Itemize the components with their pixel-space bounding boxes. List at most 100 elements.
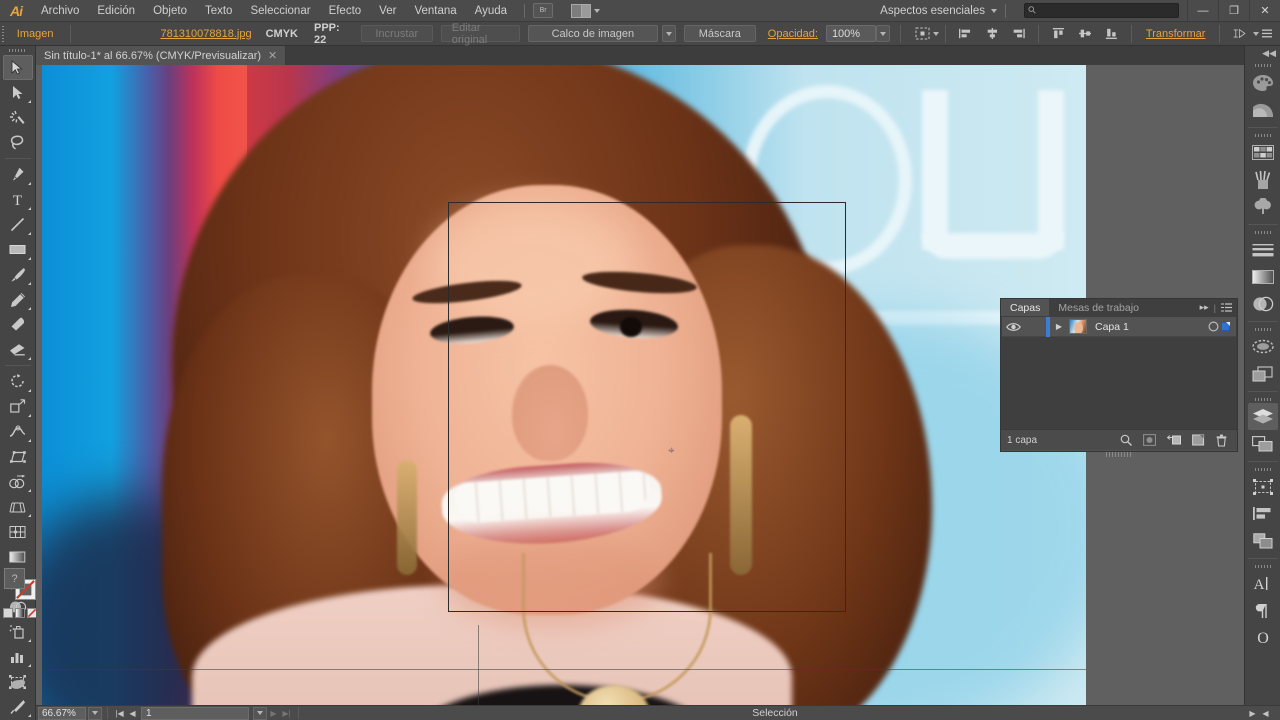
- appearance-panel-icon[interactable]: [1248, 333, 1278, 360]
- perspective-grid-tool[interactable]: [3, 494, 33, 519]
- table-row[interactable]: ▶ Capa 1: [1002, 316, 1236, 337]
- zoom-level-field[interactable]: 66.67%: [38, 706, 86, 720]
- artboard[interactable]: fri: [42, 65, 1086, 705]
- create-new-layer-icon[interactable]: [1192, 434, 1205, 446]
- layers-panel[interactable]: Capas Mesas de trabajo ▸▸ | ▶ Capa 1 1 c…: [1000, 298, 1238, 457]
- control-bar-grip[interactable]: [0, 22, 7, 46]
- target-circle-icon[interactable]: [1205, 321, 1221, 332]
- line-segment-tool[interactable]: [3, 212, 33, 237]
- graphic-styles-panel-icon[interactable]: [1248, 360, 1278, 387]
- image-trace-presets-dropdown[interactable]: [661, 25, 676, 42]
- character-panel-icon[interactable]: A: [1248, 570, 1278, 597]
- dock-group-grip[interactable]: [1245, 229, 1280, 236]
- color-guide-panel-icon[interactable]: [1248, 96, 1278, 123]
- last-page-icon[interactable]: ▶|: [280, 707, 293, 720]
- rotate-tool[interactable]: [3, 369, 33, 394]
- menu-efecto[interactable]: Efecto: [320, 0, 371, 22]
- screen-mode-button[interactable]: [0, 678, 36, 690]
- close-icon[interactable]: ✕: [268, 49, 277, 62]
- delete-selection-icon[interactable]: [1216, 434, 1227, 447]
- control-bar-overflow[interactable]: [1253, 29, 1280, 38]
- dock-group-grip[interactable]: [1245, 132, 1280, 139]
- artboards-panel-icon[interactable]: [1248, 430, 1278, 457]
- align-panel-icon[interactable]: [1248, 500, 1278, 527]
- menu-texto[interactable]: Texto: [196, 0, 242, 22]
- selection-tool[interactable]: [2, 55, 33, 80]
- paintbrush-tool[interactable]: [3, 262, 33, 287]
- transform-panel-icon[interactable]: [1248, 473, 1278, 500]
- stroke-panel-icon[interactable]: [1248, 236, 1278, 263]
- recolor-artwork-icon[interactable]: [1233, 27, 1246, 40]
- slice-tool[interactable]: [3, 694, 33, 719]
- artboard-number-field[interactable]: 1: [141, 706, 249, 720]
- dock-group-grip[interactable]: [1245, 563, 1280, 570]
- pencil-tool[interactable]: [3, 287, 33, 312]
- tools-panel-grip[interactable]: [0, 46, 35, 55]
- first-page-icon[interactable]: |◀: [113, 707, 126, 720]
- pathfinder-panel-icon[interactable]: [1248, 527, 1278, 554]
- align-center-horizontal-icon[interactable]: [986, 27, 999, 40]
- collapse-panel-icon[interactable]: ▸▸: [1200, 302, 1209, 313]
- paragraph-panel-icon[interactable]: [1248, 597, 1278, 624]
- gradient-swatch-icon[interactable]: [15, 608, 25, 618]
- menu-seleccionar[interactable]: Seleccionar: [241, 0, 319, 22]
- locate-object-icon[interactable]: [1120, 434, 1132, 446]
- align-right-icon[interactable]: [1012, 27, 1026, 40]
- column-graph-tool[interactable]: [3, 644, 33, 669]
- transparency-panel-icon[interactable]: [1248, 290, 1278, 317]
- fill-swatch[interactable]: ?: [4, 568, 25, 589]
- dock-group-grip[interactable]: [1245, 62, 1280, 69]
- edit-original-button[interactable]: Editar original: [440, 22, 520, 46]
- embed-button[interactable]: Incrustar: [360, 25, 433, 42]
- layers-list[interactable]: ▶ Capa 1: [1001, 316, 1237, 429]
- tab-mesas-de-trabajo[interactable]: Mesas de trabajo: [1049, 299, 1148, 316]
- collapse-panels-button[interactable]: ◀◀: [1245, 46, 1280, 60]
- color-panel-icon[interactable]: [1248, 69, 1278, 96]
- close-button[interactable]: ✕: [1249, 0, 1280, 21]
- eraser-tool[interactable]: [3, 337, 33, 362]
- status-expand-icon[interactable]: ▶: [1246, 707, 1259, 720]
- arrange-documents-button[interactable]: [571, 3, 601, 18]
- lasso-tool[interactable]: [3, 130, 33, 155]
- symbols-panel-icon[interactable]: [1248, 193, 1278, 220]
- panel-resize-grip[interactable]: [1106, 452, 1132, 457]
- next-page-icon[interactable]: ▶: [267, 707, 280, 720]
- free-transform-tool[interactable]: [3, 444, 33, 469]
- layer-selection-indicator[interactable]: [1221, 322, 1230, 331]
- direct-selection-tool[interactable]: [3, 80, 33, 105]
- menu-ver[interactable]: Ver: [370, 0, 405, 22]
- transform-link[interactable]: Transformar: [1138, 28, 1214, 40]
- swatches-panel-icon[interactable]: [1248, 139, 1278, 166]
- menu-archivo[interactable]: Archivo: [32, 0, 88, 22]
- image-trace-button[interactable]: Calco de imagen: [527, 25, 658, 42]
- opentype-panel-icon[interactable]: O: [1248, 624, 1278, 651]
- layer-name[interactable]: Capa 1: [1087, 321, 1205, 333]
- pen-tool[interactable]: [3, 162, 33, 187]
- make-clipping-mask-icon[interactable]: [1143, 434, 1156, 446]
- eye-icon[interactable]: [1002, 322, 1024, 332]
- menu-ayuda[interactable]: Ayuda: [466, 0, 516, 22]
- status-collapse-icon[interactable]: ◀: [1259, 707, 1272, 720]
- rectangle-tool[interactable]: [3, 237, 33, 262]
- dock-group-grip[interactable]: [1245, 466, 1280, 473]
- type-tool[interactable]: T: [3, 187, 33, 212]
- brushes-panel-icon[interactable]: [1248, 166, 1278, 193]
- opacity-dropdown[interactable]: [876, 25, 891, 42]
- align-left-icon[interactable]: [958, 27, 972, 40]
- artboard-dropdown[interactable]: [253, 706, 267, 720]
- search-input[interactable]: ⚲: [1024, 3, 1179, 18]
- align-to-dropdown[interactable]: [915, 27, 939, 40]
- document-tab[interactable]: Sin título-1* al 66.67% (CMYK/Previsuali…: [36, 46, 287, 65]
- blob-brush-tool[interactable]: [3, 312, 33, 337]
- shape-builder-tool[interactable]: [3, 469, 33, 494]
- workspace-switcher[interactable]: Aspectos esenciales: [880, 5, 991, 17]
- mask-button[interactable]: Máscara: [683, 25, 756, 42]
- opacity-label[interactable]: Opacidad:: [760, 28, 826, 40]
- chevron-down-icon[interactable]: [991, 8, 997, 13]
- gradient-panel-icon[interactable]: [1248, 263, 1278, 290]
- magic-wand-tool[interactable]: [3, 105, 33, 130]
- color-swatch-icon[interactable]: [3, 608, 13, 618]
- panel-menu-icon[interactable]: [1221, 303, 1232, 312]
- align-top-icon[interactable]: [1052, 27, 1065, 40]
- align-bottom-icon[interactable]: [1105, 27, 1118, 40]
